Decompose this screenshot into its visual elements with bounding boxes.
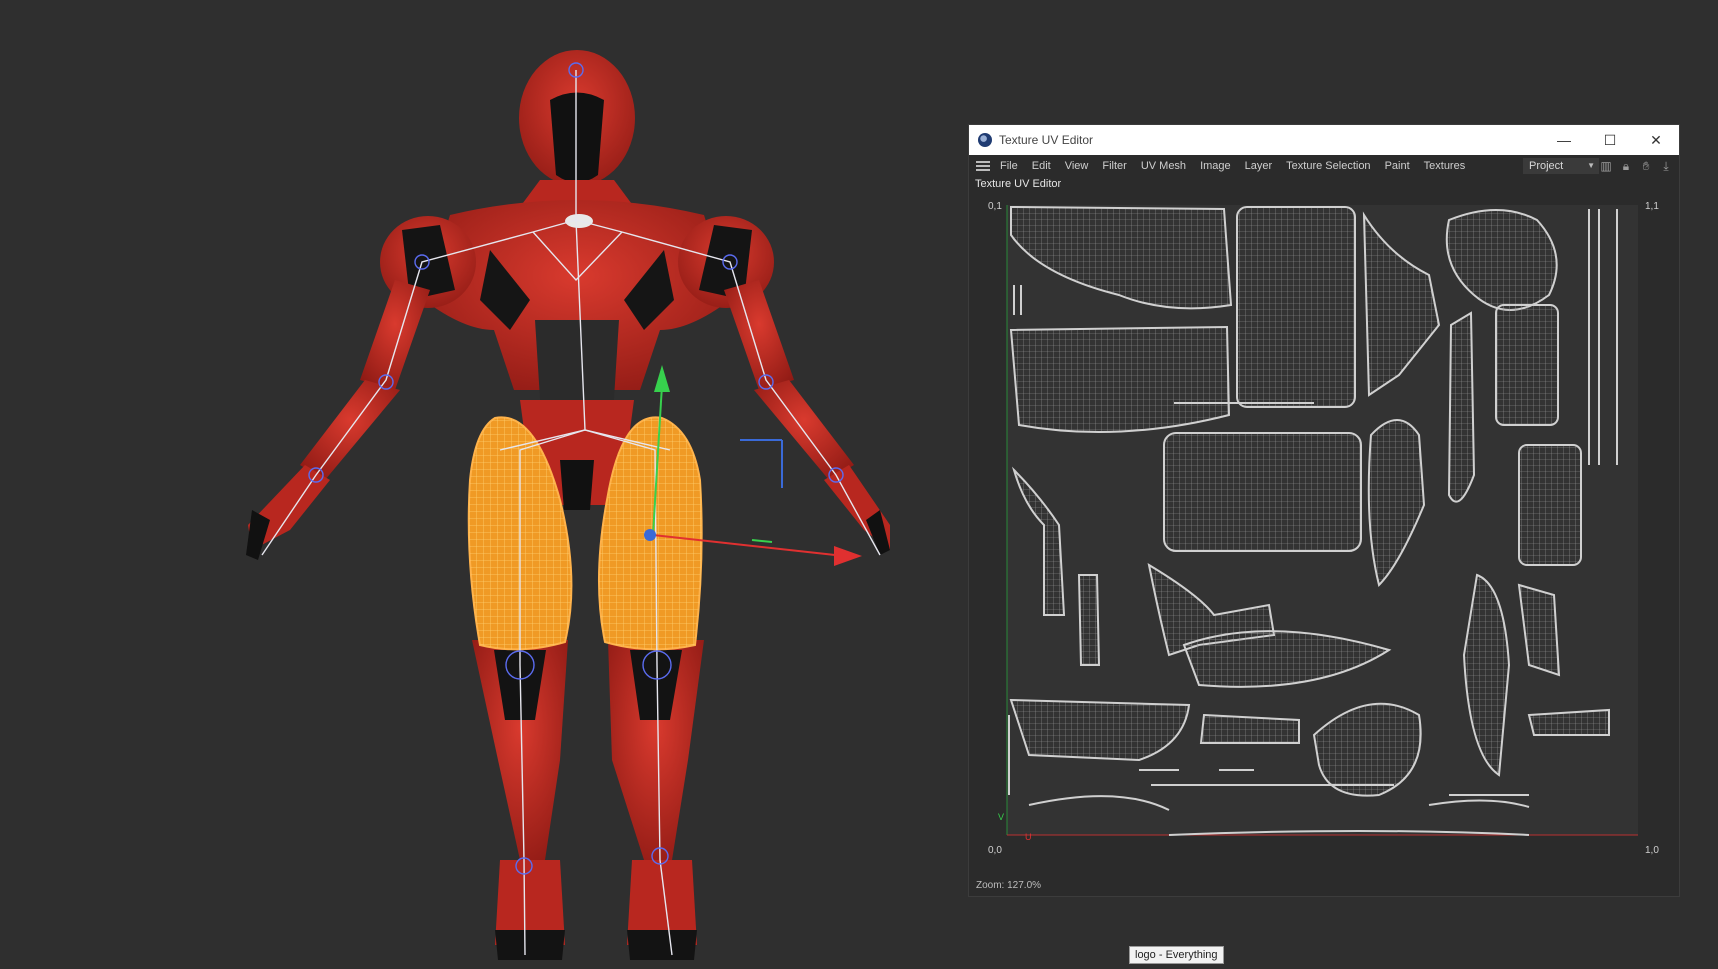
character-model[interactable]: [246, 50, 890, 960]
project-dropdown[interactable]: Project ▼: [1523, 158, 1599, 174]
toolbar-icons: ▥ 🔒︎ ✋︎ ⤓: [1599, 158, 1673, 174]
uv-corner-top-right: 1,1: [1645, 201, 1659, 212]
menu-view[interactable]: View: [1065, 160, 1089, 172]
menu-textures[interactable]: Textures: [1424, 160, 1466, 172]
tooltip: logo - Everything: [1129, 946, 1224, 964]
uv-axis-u-label: U: [1025, 832, 1032, 842]
uv-corner-top-left: 0,1: [988, 201, 1002, 212]
uv-layout: [1006, 205, 1638, 836]
hand-icon[interactable]: ✋︎: [1639, 158, 1653, 174]
texture-uv-editor-window[interactable]: Texture UV Editor — ☐ ✕ File Edit View F…: [968, 124, 1680, 897]
close-button[interactable]: ✕: [1633, 125, 1679, 155]
menu-filter[interactable]: Filter: [1102, 160, 1126, 172]
window-titlebar[interactable]: Texture UV Editor — ☐ ✕: [969, 125, 1679, 155]
menu-layer[interactable]: Layer: [1245, 160, 1273, 172]
uv-canvas[interactable]: 0,1 1,1 0,0 1,0 V U: [969, 195, 1681, 875]
uv-axis-v-label: V: [998, 812, 1005, 822]
hamburger-icon[interactable]: [976, 161, 990, 171]
zoom-status: Zoom: 127.0%: [976, 880, 1042, 891]
uv-corner-bottom-right: 1,0: [1645, 845, 1659, 856]
menu-edit[interactable]: Edit: [1032, 160, 1051, 172]
cinema4d-icon: [978, 133, 992, 147]
window-title: Texture UV Editor: [999, 133, 1094, 147]
menu-uv-mesh[interactable]: UV Mesh: [1141, 160, 1186, 172]
minimize-button[interactable]: —: [1541, 125, 1587, 155]
pin-icon[interactable]: ⤓: [1659, 158, 1673, 174]
project-dropdown-value: Project: [1529, 160, 1564, 172]
menu-texture-selection[interactable]: Texture Selection: [1286, 160, 1370, 172]
maximize-button[interactable]: ☐: [1587, 125, 1633, 155]
uv-corner-bottom-left: 0,0: [988, 845, 1002, 856]
histogram-icon[interactable]: ▥: [1599, 158, 1613, 174]
panel-title: Texture UV Editor: [975, 178, 1062, 190]
window-controls: — ☐ ✕: [1541, 125, 1679, 155]
menu-file[interactable]: File: [1000, 160, 1018, 172]
chevron-down-icon: ▼: [1587, 161, 1595, 170]
menu-paint[interactable]: Paint: [1385, 160, 1410, 172]
lock-icon[interactable]: 🔒︎: [1619, 158, 1633, 174]
menu-image[interactable]: Image: [1200, 160, 1231, 172]
